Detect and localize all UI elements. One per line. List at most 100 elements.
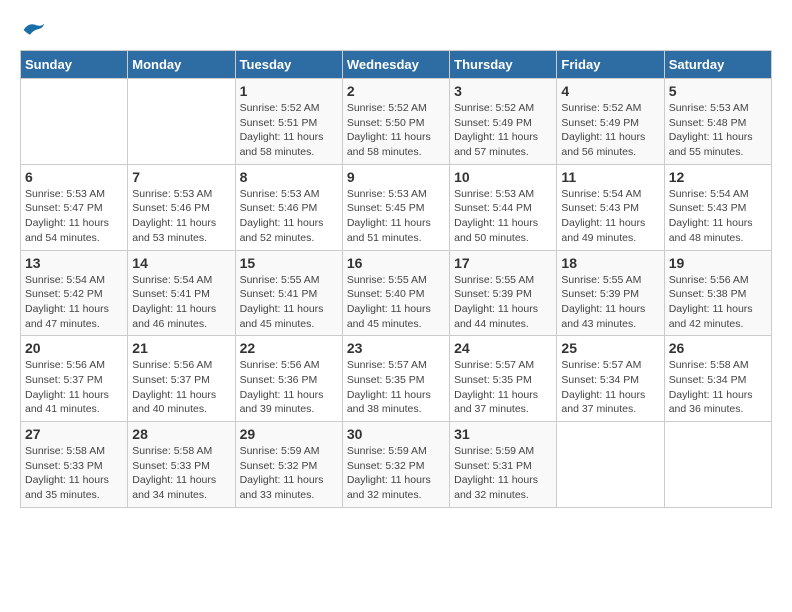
day-number: 26 [669, 340, 767, 356]
day-number: 18 [561, 255, 659, 271]
calendar-cell: 5Sunrise: 5:53 AM Sunset: 5:48 PM Daylig… [664, 79, 771, 165]
calendar-cell: 18 Sunrise: 5:55 AM Sunset: 5:39 PM Dayli… [557, 250, 664, 336]
calendar-cell: 26 Sunrise: 5:58 AM Sunset: 5:34 PM Dayli… [664, 336, 771, 422]
calendar-cell [664, 422, 771, 508]
calendar-cell: 22 Sunrise: 5:56 AM Sunset: 5:36 PM Dayli… [235, 336, 342, 422]
calendar-cell [128, 79, 235, 165]
calendar-cell: 14 Sunrise: 5:54 AM Sunset: 5:41 PM Dayli… [128, 250, 235, 336]
calendar-cell: 10Sunrise: 5:53 AM Sunset: 5:44 PM Dayli… [450, 164, 557, 250]
weekday-header-sunday: Sunday [21, 51, 128, 79]
day-info: Sunrise: 5:55 AM Sunset: 5:40 PM Dayligh… [347, 273, 445, 332]
day-info: Sunrise: 5:57 AM Sunset: 5:35 PM Dayligh… [347, 358, 445, 417]
day-number: 12 [669, 169, 767, 185]
day-info: Sunrise: 5:59 AM Sunset: 5:31 PM Dayligh… [454, 444, 552, 503]
calendar-cell: 1 Sunrise: 5:52 AM Sunset: 5:51 PM Daylig… [235, 79, 342, 165]
day-number: 15 [240, 255, 338, 271]
logo [20, 20, 46, 40]
day-info: Sunrise: 5:53 AM Sunset: 5:45 PM Dayligh… [347, 187, 445, 246]
calendar-cell: 13 Sunrise: 5:54 AM Sunset: 5:42 PM Dayli… [21, 250, 128, 336]
calendar-table: SundayMondayTuesdayWednesdayThursdayFrid… [20, 50, 772, 508]
calendar-week-row: 27 Sunrise: 5:58 AM Sunset: 5:33 PM Dayli… [21, 422, 772, 508]
day-number: 16 [347, 255, 445, 271]
day-number: 9 [347, 169, 445, 185]
day-number: 1 [240, 83, 338, 99]
day-info: Sunrise: 5:52 AM Sunset: 5:49 PM Dayligh… [454, 101, 552, 160]
calendar-cell: 7 Sunrise: 5:53 AM Sunset: 5:46 PM Daylig… [128, 164, 235, 250]
calendar-cell: 24 Sunrise: 5:57 AM Sunset: 5:35 PM Dayli… [450, 336, 557, 422]
calendar-cell: 31 Sunrise: 5:59 AM Sunset: 5:31 PM Dayli… [450, 422, 557, 508]
calendar-cell: 16 Sunrise: 5:55 AM Sunset: 5:40 PM Dayli… [342, 250, 449, 336]
day-info: Sunrise: 5:52 AM Sunset: 5:51 PM Dayligh… [240, 101, 338, 160]
calendar-cell: 27 Sunrise: 5:58 AM Sunset: 5:33 PM Dayli… [21, 422, 128, 508]
day-number: 14 [132, 255, 230, 271]
weekday-header-wednesday: Wednesday [342, 51, 449, 79]
logo-bird-icon [22, 20, 46, 40]
calendar-cell: 4Sunrise: 5:52 AM Sunset: 5:49 PM Daylig… [557, 79, 664, 165]
day-number: 31 [454, 426, 552, 442]
calendar-header-row: SundayMondayTuesdayWednesdayThursdayFrid… [21, 51, 772, 79]
day-info: Sunrise: 5:55 AM Sunset: 5:39 PM Dayligh… [454, 273, 552, 332]
day-number: 7 [132, 169, 230, 185]
day-info: Sunrise: 5:56 AM Sunset: 5:38 PM Dayligh… [669, 273, 767, 332]
calendar-cell: 9 Sunrise: 5:53 AM Sunset: 5:45 PM Daylig… [342, 164, 449, 250]
calendar-cell: 25 Sunrise: 5:57 AM Sunset: 5:34 PM Dayli… [557, 336, 664, 422]
day-number: 13 [25, 255, 123, 271]
day-number: 6 [25, 169, 123, 185]
day-number: 30 [347, 426, 445, 442]
calendar-cell: 15 Sunrise: 5:55 AM Sunset: 5:41 PM Dayli… [235, 250, 342, 336]
page-header [20, 20, 772, 40]
day-info: Sunrise: 5:54 AM Sunset: 5:41 PM Dayligh… [132, 273, 230, 332]
day-info: Sunrise: 5:54 AM Sunset: 5:42 PM Dayligh… [25, 273, 123, 332]
calendar-cell: 11 Sunrise: 5:54 AM Sunset: 5:43 PM Dayli… [557, 164, 664, 250]
day-number: 28 [132, 426, 230, 442]
calendar-week-row: 20Sunrise: 5:56 AM Sunset: 5:37 PM Dayli… [21, 336, 772, 422]
weekday-header-tuesday: Tuesday [235, 51, 342, 79]
calendar-cell [557, 422, 664, 508]
calendar-cell: 6Sunrise: 5:53 AM Sunset: 5:47 PM Daylig… [21, 164, 128, 250]
day-info: Sunrise: 5:54 AM Sunset: 5:43 PM Dayligh… [669, 187, 767, 246]
calendar-cell: 28 Sunrise: 5:58 AM Sunset: 5:33 PM Dayli… [128, 422, 235, 508]
day-number: 25 [561, 340, 659, 356]
calendar-cell: 19 Sunrise: 5:56 AM Sunset: 5:38 PM Dayli… [664, 250, 771, 336]
day-number: 21 [132, 340, 230, 356]
day-info: Sunrise: 5:58 AM Sunset: 5:33 PM Dayligh… [25, 444, 123, 503]
calendar-cell: 17 Sunrise: 5:55 AM Sunset: 5:39 PM Dayli… [450, 250, 557, 336]
day-info: Sunrise: 5:58 AM Sunset: 5:34 PM Dayligh… [669, 358, 767, 417]
weekday-header-monday: Monday [128, 51, 235, 79]
day-number: 22 [240, 340, 338, 356]
day-info: Sunrise: 5:53 AM Sunset: 5:46 PM Dayligh… [240, 187, 338, 246]
day-number: 19 [669, 255, 767, 271]
day-info: Sunrise: 5:59 AM Sunset: 5:32 PM Dayligh… [240, 444, 338, 503]
day-number: 11 [561, 169, 659, 185]
day-info: Sunrise: 5:56 AM Sunset: 5:37 PM Dayligh… [132, 358, 230, 417]
day-number: 23 [347, 340, 445, 356]
day-number: 29 [240, 426, 338, 442]
calendar-cell: 8Sunrise: 5:53 AM Sunset: 5:46 PM Daylig… [235, 164, 342, 250]
weekday-header-thursday: Thursday [450, 51, 557, 79]
day-number: 3 [454, 83, 552, 99]
day-info: Sunrise: 5:52 AM Sunset: 5:49 PM Dayligh… [561, 101, 659, 160]
weekday-header-friday: Friday [557, 51, 664, 79]
day-info: Sunrise: 5:53 AM Sunset: 5:48 PM Dayligh… [669, 101, 767, 160]
day-info: Sunrise: 5:55 AM Sunset: 5:39 PM Dayligh… [561, 273, 659, 332]
day-info: Sunrise: 5:55 AM Sunset: 5:41 PM Dayligh… [240, 273, 338, 332]
day-number: 17 [454, 255, 552, 271]
weekday-header-saturday: Saturday [664, 51, 771, 79]
day-info: Sunrise: 5:54 AM Sunset: 5:43 PM Dayligh… [561, 187, 659, 246]
calendar-cell: 2 Sunrise: 5:52 AM Sunset: 5:50 PM Daylig… [342, 79, 449, 165]
day-number: 27 [25, 426, 123, 442]
day-info: Sunrise: 5:53 AM Sunset: 5:46 PM Dayligh… [132, 187, 230, 246]
day-info: Sunrise: 5:57 AM Sunset: 5:34 PM Dayligh… [561, 358, 659, 417]
day-number: 10 [454, 169, 552, 185]
calendar-cell: 20Sunrise: 5:56 AM Sunset: 5:37 PM Dayli… [21, 336, 128, 422]
day-info: Sunrise: 5:57 AM Sunset: 5:35 PM Dayligh… [454, 358, 552, 417]
day-info: Sunrise: 5:58 AM Sunset: 5:33 PM Dayligh… [132, 444, 230, 503]
day-number: 24 [454, 340, 552, 356]
calendar-cell: 21 Sunrise: 5:56 AM Sunset: 5:37 PM Dayli… [128, 336, 235, 422]
calendar-week-row: 1 Sunrise: 5:52 AM Sunset: 5:51 PM Daylig… [21, 79, 772, 165]
day-number: 2 [347, 83, 445, 99]
day-info: Sunrise: 5:56 AM Sunset: 5:36 PM Dayligh… [240, 358, 338, 417]
day-info: Sunrise: 5:52 AM Sunset: 5:50 PM Dayligh… [347, 101, 445, 160]
calendar-cell: 29 Sunrise: 5:59 AM Sunset: 5:32 PM Dayli… [235, 422, 342, 508]
day-info: Sunrise: 5:56 AM Sunset: 5:37 PM Dayligh… [25, 358, 123, 417]
